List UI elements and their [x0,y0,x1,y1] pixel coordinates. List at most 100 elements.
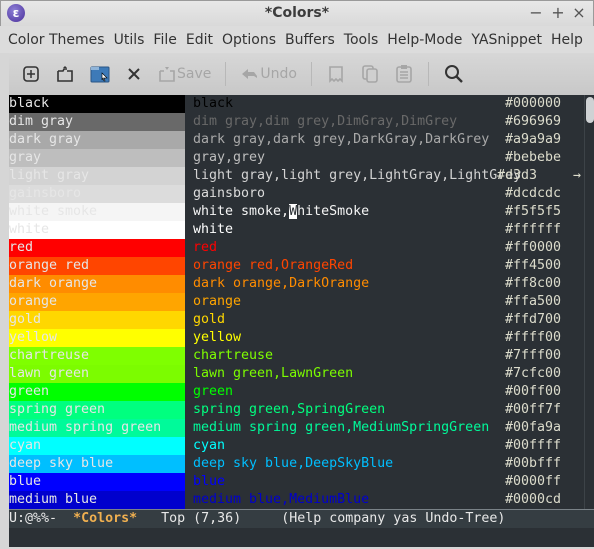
color-sample: spring green [9,401,185,419]
color-row: white smoke white smoke,WhiteSmoke #f5f5f5 [9,203,581,221]
color-row: dark orange dark orange,DarkOrange #ff8c00 [9,275,581,293]
folder-open-icon [57,66,73,82]
menu-tools[interactable]: Tools [344,32,379,48]
color-hex: #0000cd [505,492,562,507]
copy-icon [362,65,378,83]
menu-help[interactable]: Help [551,32,583,48]
color-hex: #ff0000 [505,240,562,255]
modeline-modes: (Help company yas Undo-Tree) [281,511,506,526]
color-row: light gray light gray,light grey,LightGra… [9,167,581,185]
color-row: dim gray dim gray,dim grey,DimGray,DimGre… [9,113,581,131]
color-sample: black [9,95,185,113]
color-names: gainsboro [193,186,266,201]
color-hex: #a9a9a9 [505,132,562,147]
color-hex: #00ffff [505,438,562,453]
color-sample: dark gray [9,131,185,149]
color-row: medium spring green medium spring green,M… [9,419,581,437]
color-row: orange red orange red,OrangeRed #ff4500 [9,257,581,275]
color-sample: white [9,221,185,239]
color-sample: yellow [9,329,185,347]
menu-file[interactable]: File [153,32,176,48]
menu-options[interactable]: Options [222,32,276,48]
color-hex: #f5f5f5 [505,204,562,219]
color-names: dark orange,DarkOrange [193,276,370,291]
color-row: gray gray,grey #bebebe [9,149,581,167]
color-sample: dark orange [9,275,185,293]
open-directory-button[interactable] [89,59,111,89]
color-names: gold [193,312,226,327]
color-names: orange [193,294,242,309]
vertical-scrollbar[interactable] [584,95,594,509]
color-names: white smoke,WhiteSmoke [193,204,370,219]
new-file-button[interactable] [21,59,41,89]
menu-yasnippet[interactable]: YASnippet [471,32,542,48]
undo-button[interactable]: Undo [240,59,297,89]
minibuffer[interactable] [0,528,594,549]
minimize-button[interactable]: − [528,3,544,22]
undo-arrow-icon [242,69,258,79]
color-row: cyan cyan #00ffff [9,437,581,455]
color-sample: red [9,239,185,257]
color-sample: cyan [9,437,185,455]
menu-help-mode[interactable]: Help-Mode [387,32,462,48]
open-file-button[interactable] [55,59,75,89]
color-names: blue [193,474,226,489]
color-sample: orange red [9,257,185,275]
title-bar: ε *Colors* − + × [0,0,594,26]
color-hex: #7fff00 [505,348,562,363]
save-label: Save [177,66,212,82]
undo-label: Undo [260,66,297,82]
color-sample: blue [9,473,185,491]
color-row: green green #00ff00 [9,383,581,401]
color-row: medium blue medium blue,MediumBlue #0000cd [9,491,581,509]
menu-color-themes[interactable]: Color Themes [8,32,105,48]
modeline-status: U:@%%- [9,511,58,526]
color-hex: #d3d3 [497,168,538,183]
color-row: dark gray dark gray,dark grey,DarkGray,Da… [9,131,581,149]
new-file-icon [23,66,39,82]
colors-buffer[interactable]: black black #000000 dim gray dim gray,dim gr… [9,95,594,509]
mode-line: U:@%%- *Colors* Top (7,36) (Help company… [9,509,594,528]
menu-bar: Color Themes Utils File Edit Options Buf… [0,26,594,53]
close-button[interactable]: × [571,3,587,22]
color-names: dark gray,dark grey,DarkGray,DarkGrey [193,132,490,147]
modeline-buffer-name: *Colors* [73,511,138,526]
color-names: orange red,OrangeRed [193,258,354,273]
save-icon [159,67,175,82]
window-title: *Colors* [264,5,330,21]
menu-buffers[interactable]: Buffers [285,32,335,48]
toolbar-separator [225,62,227,86]
cut-icon [329,66,343,83]
color-row: gold gold #ffd700 [9,311,581,329]
cut-button[interactable] [326,59,346,89]
color-sample: chartreuse [9,347,185,365]
color-names: chartreuse [193,348,274,363]
color-hex: #7cfc00 [505,366,562,381]
color-sample: gainsboro [9,185,185,203]
color-hex: #696969 [505,114,562,129]
toolbar-separator [427,62,429,86]
color-hex: #bebebe [505,150,562,165]
color-names: gray,grey [193,150,266,165]
color-sample: orange [9,293,185,311]
color-names: dim gray,dim grey,DimGray,DimGrey [193,114,458,129]
color-sample: gold [9,311,185,329]
color-row: yellow yellow #ffff00 [9,329,581,347]
paste-icon [396,65,412,83]
color-hex: #ffd700 [505,312,562,327]
modeline-position: Top (7,36) [161,511,242,526]
menu-edit[interactable]: Edit [186,32,213,48]
menu-utils[interactable]: Utils [114,32,145,48]
paste-button[interactable] [394,59,414,89]
line-continuation-icon: → [573,168,582,183]
search-button[interactable] [443,59,465,89]
color-names: red [193,240,218,255]
maximize-button[interactable]: + [550,3,566,22]
color-hex: #00ff7f [505,402,562,417]
scrollbar-thumb[interactable] [586,97,594,123]
color-names: spring green,SpringGreen [193,402,386,417]
copy-button[interactable] [360,59,380,89]
save-button[interactable]: Save [157,59,211,89]
color-row: chartreuse chartreuse #7fff00 [9,347,581,365]
close-buffer-button[interactable] [125,59,143,89]
